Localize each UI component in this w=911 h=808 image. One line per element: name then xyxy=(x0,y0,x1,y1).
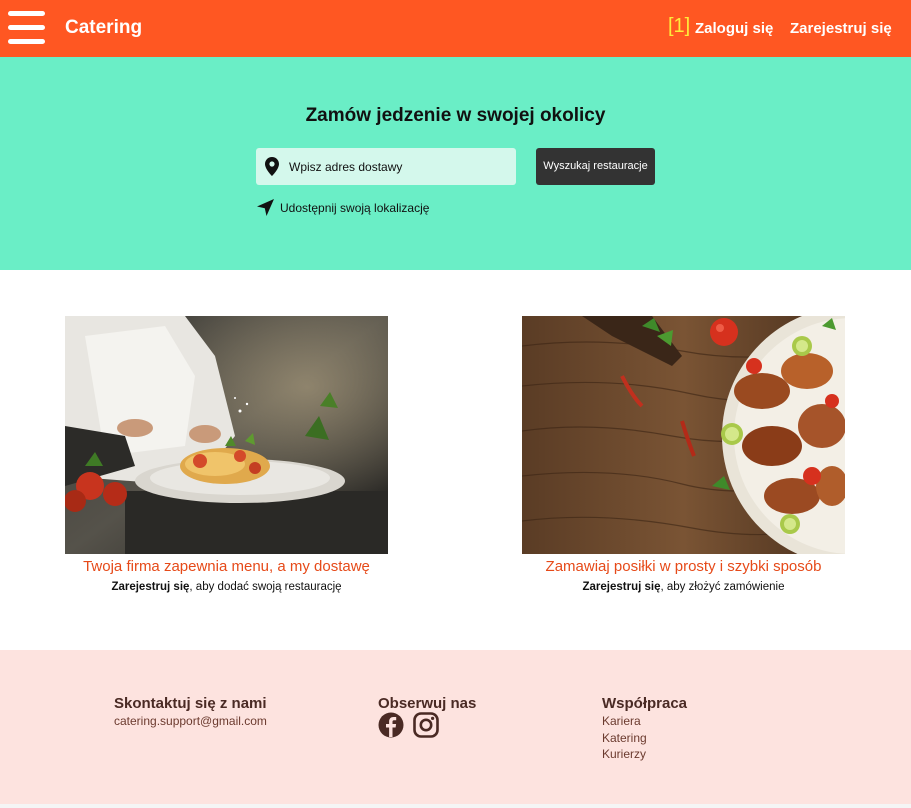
hamburger-menu-icon[interactable] xyxy=(8,11,46,45)
address-input[interactable] xyxy=(289,148,509,185)
top-nav-bar: Catering [1] Zaloguj się Zarejestruj się xyxy=(0,0,911,57)
login-link[interactable]: Zaloguj się xyxy=(695,20,773,37)
register-link[interactable]: Zarejestruj się xyxy=(790,20,892,37)
grilled-chicken-image xyxy=(522,316,845,554)
card-title-business: Twoja firma zapewnia menu, a my dostawę xyxy=(83,558,370,575)
footer-link-catering[interactable]: Katering xyxy=(602,731,647,745)
footer-email-link[interactable]: catering.support@gmail.com xyxy=(114,714,267,728)
location-pin-icon xyxy=(265,157,279,176)
card-subtitle-text: , aby dodać swoją restaurację xyxy=(189,581,342,593)
hero-title: Zamów jedzenie w swojej okolicy xyxy=(305,105,606,126)
card-title-customer: Zamawiaj posiłki w prosty i szybki sposó… xyxy=(545,558,822,575)
register-link-customer[interactable]: Zarejestruj się xyxy=(583,581,661,593)
hero-section: Zamów jedzenie w swojej okolicy Wyszukaj… xyxy=(0,57,911,270)
footer-link-couriers[interactable]: Kurierzy xyxy=(602,747,646,761)
card-subtitle-business: Zarejestruj się, aby dodać swoją restaur… xyxy=(65,581,388,593)
footer-follow-title: Obserwuj nas xyxy=(378,695,477,712)
share-location-label: Udostępnij swoją lokalizację xyxy=(280,201,430,215)
facebook-icon[interactable] xyxy=(378,712,404,738)
instagram-icon[interactable] xyxy=(413,712,439,738)
footer: Skontaktuj się z nami catering.support@g… xyxy=(0,650,911,804)
register-link-business[interactable]: Zarejestruj się xyxy=(111,581,189,593)
search-restaurants-button[interactable]: Wyszukaj restauracje xyxy=(536,148,655,185)
annotation-marker: [1] xyxy=(668,15,691,37)
chef-plating-image xyxy=(65,316,388,554)
footer-contact-title: Skontaktuj się z nami xyxy=(114,695,267,712)
brand-logo-text[interactable]: Catering xyxy=(65,17,142,39)
footer-partner-title: Współpraca xyxy=(602,695,688,712)
footer-link-career[interactable]: Kariera xyxy=(602,714,641,728)
card-subtitle-text: , aby złożyć zamówienie xyxy=(660,581,785,593)
bottom-strip xyxy=(0,804,911,808)
navigation-arrow-icon xyxy=(257,199,274,216)
address-search-box[interactable] xyxy=(256,148,516,185)
card-subtitle-customer: Zarejestruj się, aby złożyć zamówienie xyxy=(522,581,845,593)
